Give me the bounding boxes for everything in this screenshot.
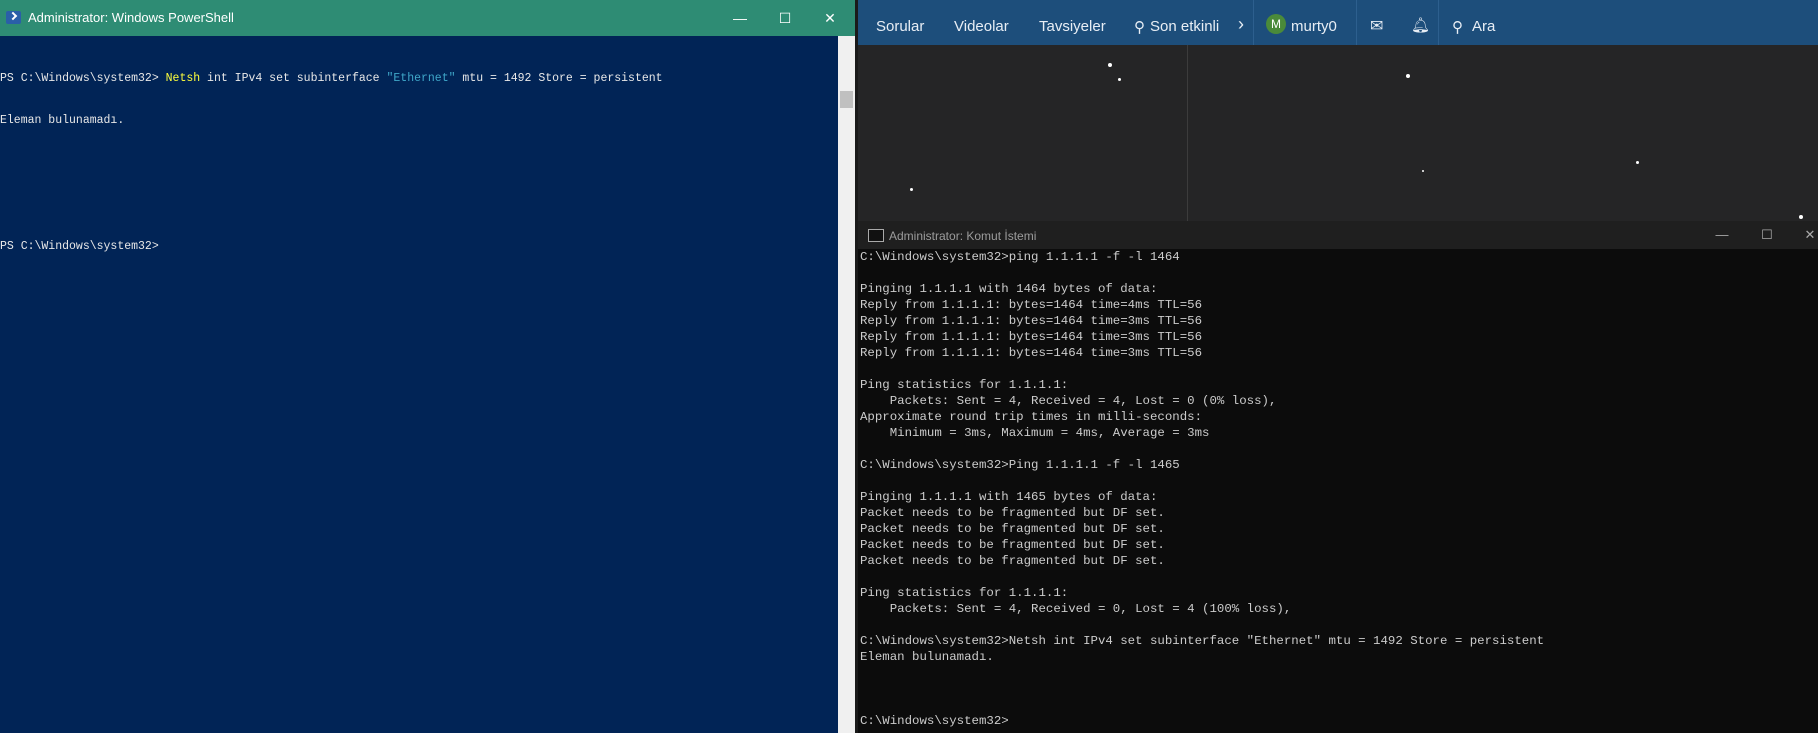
activity-icon: ⚲ bbox=[1134, 19, 1145, 36]
console-line: Packet needs to be fragmented but DF set… bbox=[860, 538, 1165, 552]
console-line: C:\Windows\system32>Ping 1.1.1.1 -f -l 1… bbox=[860, 458, 1180, 472]
console-line: Packet needs to be fragmented but DF set… bbox=[860, 554, 1165, 568]
star-dot bbox=[1799, 215, 1803, 219]
cmd-console[interactable]: C:\Windows\system32>ping 1.1.1.1 -f -l 1… bbox=[860, 249, 1700, 733]
powershell-console[interactable]: PS C:\Windows\system32> Netsh int IPv4 s… bbox=[0, 44, 836, 733]
close-button[interactable]: ✕ bbox=[818, 6, 842, 30]
console-line: PS C:\Windows\system32> Netsh int IPv4 s… bbox=[0, 72, 663, 85]
console-line: PS C:\Windows\system32> bbox=[0, 240, 159, 253]
minimize-button[interactable]: — bbox=[1710, 225, 1734, 245]
console-line: Packet needs to be fragmented but DF set… bbox=[860, 506, 1165, 520]
star-dot bbox=[1108, 63, 1112, 67]
star-dot bbox=[1406, 74, 1410, 78]
console-line: Ping statistics for 1.1.1.1: bbox=[860, 378, 1069, 392]
nav-separator bbox=[1438, 0, 1439, 45]
search-label[interactable]: Ara bbox=[1472, 18, 1495, 35]
console-line: Reply from 1.1.1.1: bytes=1464 time=3ms … bbox=[860, 346, 1203, 360]
avatar[interactable]: M bbox=[1266, 14, 1286, 34]
nav-recommendations[interactable]: Tavsiyeler bbox=[1039, 18, 1106, 35]
console-line: Packet needs to be fragmented but DF set… bbox=[860, 522, 1165, 536]
console-line: Packets: Sent = 4, Received = 4, Lost = … bbox=[860, 394, 1277, 408]
star-dot bbox=[1636, 161, 1639, 164]
console-line: Reply from 1.1.1.1: bytes=1464 time=4ms … bbox=[860, 298, 1203, 312]
mail-icon[interactable]: ✉ bbox=[1370, 16, 1383, 36]
nav-separator bbox=[1253, 0, 1254, 45]
nav-questions[interactable]: Sorular bbox=[876, 18, 924, 35]
web-content-area bbox=[858, 45, 1818, 221]
nav-recent-activity[interactable]: Son etkinli bbox=[1150, 18, 1219, 35]
console-line: Ping statistics for 1.1.1.1: bbox=[860, 586, 1069, 600]
console-line: C:\Windows\system32> bbox=[860, 714, 1009, 728]
console-line: C:\Windows\system32>Netsh int IPv4 set s… bbox=[860, 634, 1545, 648]
command-prompt-window[interactable]: Administrator: Komut İstemi — ☐ ✕ C:\Win… bbox=[858, 221, 1818, 733]
user-name[interactable]: murty0 bbox=[1291, 18, 1337, 35]
console-line: Reply from 1.1.1.1: bytes=1464 time=3ms … bbox=[860, 314, 1203, 328]
nav-videos[interactable]: Videolar bbox=[954, 18, 1009, 35]
star-dot bbox=[910, 188, 913, 191]
console-line: Pinging 1.1.1.1 with 1464 bytes of data: bbox=[860, 282, 1158, 296]
star-dot bbox=[1118, 78, 1121, 81]
console-line: Reply from 1.1.1.1: bytes=1464 time=3ms … bbox=[860, 330, 1203, 344]
console-line: Minimum = 3ms, Maximum = 4ms, Average = … bbox=[860, 426, 1210, 440]
powershell-title: Administrator: Windows PowerShell bbox=[28, 10, 234, 25]
maximize-button[interactable]: ☐ bbox=[773, 6, 797, 30]
console-line: Eleman bulunamadı. bbox=[860, 650, 994, 664]
console-line: C:\Windows\system32>ping 1.1.1.1 -f -l 1… bbox=[860, 250, 1180, 264]
cmd-title: Administrator: Komut İstemi bbox=[889, 229, 1037, 243]
powershell-icon bbox=[6, 11, 21, 24]
console-line: Packets: Sent = 4, Received = 0, Lost = … bbox=[860, 602, 1292, 616]
content-divider bbox=[1187, 45, 1188, 221]
minimize-button[interactable]: — bbox=[728, 6, 752, 30]
powershell-window[interactable]: Administrator: Windows PowerShell — ☐ ✕ … bbox=[0, 0, 855, 733]
maximize-button[interactable]: ☐ bbox=[1755, 225, 1779, 245]
search-icon[interactable]: ⚲ bbox=[1452, 18, 1463, 36]
console-line: Approximate round trip times in milli-se… bbox=[860, 410, 1203, 424]
close-button[interactable]: ✕ bbox=[1798, 225, 1818, 245]
star-dot bbox=[1422, 170, 1424, 172]
cmd-titlebar[interactable]: Administrator: Komut İstemi — ☐ ✕ bbox=[858, 221, 1818, 249]
site-navbar: Sorular Videolar Tavsiyeler ⚲ Son etkinl… bbox=[858, 0, 1818, 45]
powershell-scrollbar[interactable] bbox=[838, 36, 855, 733]
chevron-right-icon[interactable]: › bbox=[1238, 14, 1244, 35]
console-line: Pinging 1.1.1.1 with 1465 bytes of data: bbox=[860, 490, 1158, 504]
powershell-titlebar[interactable]: Administrator: Windows PowerShell — ☐ ✕ bbox=[0, 0, 855, 36]
bell-icon[interactable]: 🔔︎ bbox=[1411, 16, 1430, 34]
cmd-icon bbox=[868, 229, 884, 242]
console-line: Eleman bulunamadı. bbox=[0, 114, 125, 127]
nav-separator bbox=[1356, 0, 1357, 45]
scrollbar-thumb[interactable] bbox=[840, 91, 853, 108]
